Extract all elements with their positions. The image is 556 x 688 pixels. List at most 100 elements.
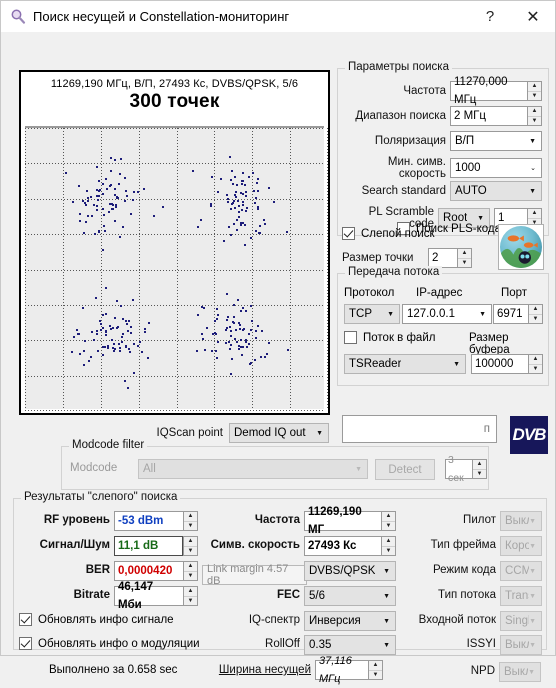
buffer-size-spin-buttons[interactable]: ▲ ▼ [528,354,543,374]
frequency-spin-buttons[interactable]: ▲ ▼ [527,81,542,101]
snr-value[interactable]: 11,1 dB [114,536,183,556]
iq-spectrum-select[interactable]: Инверсия ▼ [304,611,396,631]
polarization-select[interactable]: В/П ▼ [450,131,542,151]
spin-down-icon[interactable]: ▼ [369,671,382,680]
carrier-width-spin-buttons[interactable]: ▲ ▼ [368,660,383,680]
constellation-point [236,298,239,301]
buffer-size-spinner[interactable]: 100000 ▲ ▼ [471,354,543,374]
constellation-point [82,349,85,352]
spin-up-icon[interactable]: ▲ [529,355,542,365]
spin-down-icon[interactable]: ▼ [382,522,395,531]
spin-up-icon[interactable]: ▲ [184,562,197,572]
checkbox-box[interactable] [19,637,32,650]
chevron-down-icon: ▼ [355,465,362,473]
iqscan-point-select[interactable]: Demod IQ out ▼ [229,423,329,443]
port-spin-buttons[interactable]: ▲ ▼ [528,304,543,324]
close-button[interactable]: ✕ [511,1,555,32]
constellation-point [251,171,254,174]
result-frequency-spin-buttons[interactable]: ▲ ▼ [381,511,396,531]
constellation-point [243,243,246,246]
search-standard-select[interactable]: AUTO ▼ [450,181,542,201]
checkbox-box[interactable] [344,331,357,344]
blind-search-checkbox[interactable]: Слепой поиск [342,227,434,240]
info-textbox[interactable]: п [342,415,497,443]
spin-down-icon[interactable]: ▼ [184,522,197,531]
spin-up-icon[interactable]: ▲ [458,249,471,259]
rf-level-spin-buttons[interactable]: ▲ ▼ [183,511,198,531]
stream-to-file-checkbox[interactable]: Поток в файл [344,331,435,344]
constellation-point [104,334,107,337]
point-size-value[interactable]: 2 [428,248,457,268]
protocol-select[interactable]: TCP ▼ [344,304,400,324]
spin-up-icon[interactable]: ▲ [528,82,541,92]
frequency-spinner[interactable]: 11270,000 МГц ▲ ▼ [450,76,542,106]
stream-type-select: Transport ▼ [500,586,542,606]
frequency-label: Частота [403,85,446,97]
point-size-spinner[interactable]: 2 ▲ ▼ [428,248,472,268]
spin-up-icon[interactable]: ▲ [369,661,382,671]
search-range-value[interactable]: 2 МГц [450,106,527,126]
search-range-spin-buttons[interactable]: ▲ ▼ [527,106,542,126]
constellation-point [101,346,104,349]
stream-to-file-label: Поток в файл [363,331,436,344]
modulation-select[interactable]: DVBS/QPSK ▼ [304,561,396,581]
spin-down-icon[interactable]: ▼ [529,365,542,374]
ip-address-select[interactable]: 127.0.0.1 ▼ [402,304,492,324]
search-range-spinner[interactable]: 2 МГц ▲ ▼ [450,106,542,126]
stream-app-select[interactable]: TSReader ▼ [344,354,466,374]
spin-up-icon[interactable]: ▲ [528,107,541,117]
constellation-point [131,299,134,302]
spin-down-icon[interactable]: ▼ [458,259,471,268]
snr-spin-buttons[interactable]: ▲ ▼ [183,536,198,556]
aquarium-thumbnail-icon[interactable] [498,224,544,270]
point-size-spin-buttons[interactable]: ▲ ▼ [457,248,472,268]
constellation-point [85,221,88,224]
carrier-width-value[interactable]: 37,116 МГц [315,655,368,685]
min-symbol-rate-select[interactable]: 1000 ⌄ [450,158,542,178]
spin-up-icon[interactable]: ▲ [529,305,542,315]
spin-up-icon[interactable]: ▲ [184,512,197,522]
buffer-size-value[interactable]: 100000 [471,354,528,374]
ber-spin-buttons[interactable]: ▲ ▼ [183,561,198,581]
constellation-point [217,341,220,344]
checkbox-box[interactable] [19,613,32,626]
spin-up-icon[interactable]: ▲ [184,537,197,547]
port-spinner[interactable]: 6971 ▲ ▼ [493,304,543,324]
frequency-value[interactable]: 11270,000 МГц [450,76,527,106]
snr-spinner[interactable]: 11,1 dB ▲ ▼ [114,536,198,556]
spin-down-icon[interactable]: ▼ [528,117,541,126]
constellation-point [121,336,124,339]
update-signal-info-checkbox[interactable]: Обновлять инфо сигнале [19,613,174,626]
spin-up-icon[interactable]: ▲ [184,587,197,597]
bitrate-value[interactable]: 46,147 Мби [114,581,183,611]
update-modulation-info-checkbox[interactable]: Обновлять инфо о модуляции [19,637,200,650]
constellation-point [104,346,107,349]
constellation-point [285,230,288,233]
result-frequency-spinner[interactable]: 11269,190 МГ ▲ ▼ [304,506,396,536]
modcode-value: All [143,463,156,475]
rf-level-value[interactable]: -53 dBm [114,511,183,531]
result-frequency-value[interactable]: 11269,190 МГ [304,506,381,536]
bitrate-spinner[interactable]: 46,147 Мби ▲ ▼ [114,581,198,611]
spin-down-icon[interactable]: ▼ [529,315,542,324]
bitrate-spin-buttons[interactable]: ▲ ▼ [183,586,198,606]
fec-select[interactable]: 5/6 ▼ [304,586,396,606]
npd-select: Выкл. ▼ [499,662,541,682]
spin-down-icon[interactable]: ▼ [184,597,197,606]
rf-level-spinner[interactable]: -53 dBm ▲ ▼ [114,511,198,531]
port-value[interactable]: 6971 [493,304,528,324]
constellation-point [215,317,218,320]
checkbox-box[interactable] [342,227,355,240]
spin-up-icon[interactable]: ▲ [382,512,395,522]
carrier-width-spinner[interactable]: 37,116 МГц ▲ ▼ [315,655,383,685]
constellation-plot[interactable] [25,126,328,411]
symbol-rate-spinner[interactable]: 27493 Кс ▲ ▼ [304,536,396,556]
symbol-rate-value[interactable]: 27493 Кс [304,536,381,556]
help-button[interactable]: ? [469,1,511,32]
spin-down-icon[interactable]: ▼ [184,547,197,556]
spin-down-icon[interactable]: ▼ [184,572,197,581]
constellation-point [238,345,241,348]
spin-up-icon[interactable]: ▲ [528,209,541,219]
constellation-point [105,312,107,315]
spin-down-icon[interactable]: ▼ [528,92,541,101]
